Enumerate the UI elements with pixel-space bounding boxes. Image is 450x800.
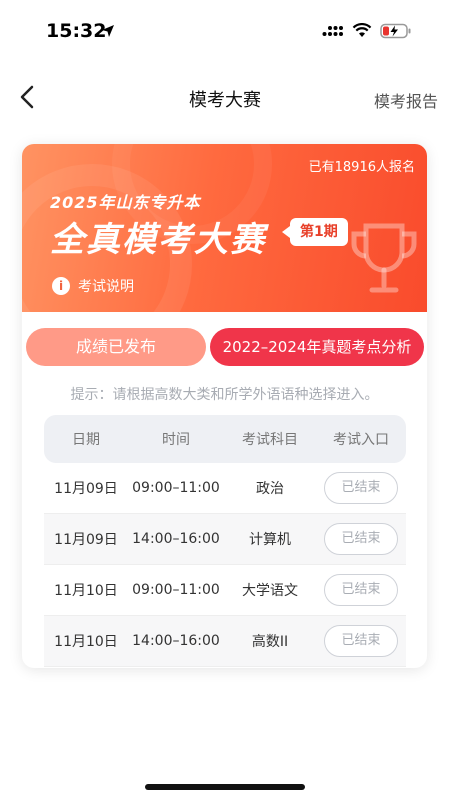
exam-card: 已有18916人报名 2025年山东专升本 全真模考大赛 第1期 i 考试说明 … <box>22 144 427 668</box>
header-time: 时间 <box>162 432 190 448</box>
battery-charging-icon <box>380 23 411 39</box>
row-date: 11月09日 <box>54 481 118 497</box>
exam-banner: 已有18916人报名 2025年山东专升本 全真模考大赛 第1期 i 考试说明 <box>22 144 427 312</box>
trophy-icon <box>351 223 417 293</box>
exam-instructions-link[interactable]: i 考试说明 <box>52 276 134 296</box>
row-time: 09:00–11:00 <box>132 480 220 496</box>
row-time: 09:00–11:00 <box>132 582 220 598</box>
results-published-button[interactable]: 成绩已发布 <box>26 328 206 366</box>
row-subject: 计算机 <box>249 532 291 548</box>
table-row: 11月09日 09:00–11:00 政治 已结束 <box>44 463 406 514</box>
entry-ended-button[interactable]: 已结束 <box>324 472 398 504</box>
row-time: 14:00–16:00 <box>132 633 220 649</box>
entry-ended-button[interactable]: 已结束 <box>324 523 398 555</box>
table-row: 11月10日 09:00–11:00 大学语文 已结束 <box>44 565 406 616</box>
status-bar: 15:32 <box>0 0 450 54</box>
row-date: 11月10日 <box>54 583 118 599</box>
row-subject: 大学语文 <box>242 583 298 599</box>
selection-hint: 提示：请根据高数大类和所学外语语种选择进入。 <box>70 387 379 403</box>
table-header: 日期 时间 考试科目 考试入口 <box>44 415 406 463</box>
table-row: 11月09日 14:00–16:00 计算机 已结束 <box>44 514 406 565</box>
exam-instructions-label: 考试说明 <box>78 279 134 295</box>
mock-report-link[interactable]: 模考报告 <box>374 88 438 112</box>
entry-ended-button[interactable]: 已结束 <box>324 625 398 657</box>
entry-ended-button[interactable]: 已结束 <box>324 574 398 606</box>
row-time: 14:00–16:00 <box>132 531 220 547</box>
location-arrow-icon <box>102 25 114 37</box>
exam-schedule-table: 日期 时间 考试科目 考试入口 11月09日 09:00–11:00 政治 已结… <box>44 415 406 667</box>
row-subject: 高数II <box>251 634 289 650</box>
header-subject: 考试科目 <box>242 432 298 448</box>
banner-subtitle: 2025年山东专升本 <box>50 193 201 212</box>
issue-badge: 第1期 <box>282 218 348 246</box>
wifi-icon <box>352 23 372 37</box>
banner-title: 全真模考大赛 <box>50 220 266 260</box>
header-entry: 考试入口 <box>333 432 389 448</box>
past-exam-analysis-button[interactable]: 2022–2024年真题考点分析 <box>210 328 424 366</box>
status-time: 15:32 <box>46 20 107 42</box>
header-date: 日期 <box>72 432 100 448</box>
cellular-signal-icon <box>322 26 343 36</box>
row-date: 11月09日 <box>54 532 118 548</box>
navigation-bar: 模考大赛 模考报告 <box>0 70 450 126</box>
enrolled-count: 已有18916人报名 <box>308 160 415 175</box>
row-date: 11月10日 <box>54 634 118 650</box>
home-indicator[interactable] <box>145 784 305 790</box>
info-icon: i <box>52 277 70 295</box>
table-row: 11月10日 14:00–16:00 高数II 已结束 <box>44 616 406 667</box>
row-subject: 政治 <box>256 481 284 497</box>
